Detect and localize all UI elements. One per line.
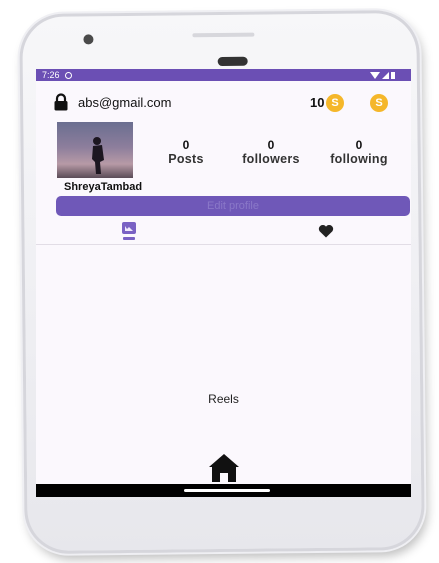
account-email: abs@gmail.com [78, 95, 172, 110]
home-icon[interactable] [208, 453, 240, 483]
app-screen: 7:26 abs@gmail.com 10 S S ShreyaTambad 0… [36, 69, 411, 497]
system-navigation-bar [36, 484, 411, 497]
earpiece-speaker [217, 56, 248, 67]
avatar[interactable] [57, 122, 133, 178]
following-count: 0 [355, 138, 363, 152]
wifi-icon [370, 71, 380, 79]
coin-icon[interactable]: S [370, 94, 388, 112]
followers-count: 0 [267, 138, 275, 152]
battery-icon [391, 71, 395, 79]
followers-label: followers [242, 152, 300, 166]
posts-label: Posts [168, 152, 204, 166]
top-slot [192, 32, 255, 38]
followers-stat[interactable]: 0 followers [230, 138, 312, 166]
avatar-silhouette [92, 137, 104, 174]
lock-icon[interactable] [52, 93, 70, 111]
reels-placeholder: Reels [208, 392, 239, 406]
status-bar: 7:26 [36, 69, 411, 81]
tab-divider [36, 244, 411, 245]
notification-icon [64, 71, 72, 79]
posts-count: 0 [182, 138, 190, 152]
coin-icon: S [326, 94, 344, 112]
following-label: following [330, 152, 388, 166]
signal-icon [382, 71, 389, 79]
heart-icon[interactable] [318, 224, 334, 238]
following-stat[interactable]: 0 following [318, 138, 400, 166]
front-camera [83, 34, 94, 45]
edit-profile-button[interactable]: Edit profile [56, 196, 410, 216]
status-time: 7:26 [42, 70, 60, 80]
profile-username: ShreyaTambad [64, 181, 143, 193]
coin-count: 10 [310, 95, 325, 110]
home-gesture-handle[interactable] [184, 489, 270, 492]
profile-header: abs@gmail.com 10 S S [36, 93, 411, 113]
posts-stat[interactable]: 0 Posts [161, 138, 211, 166]
grid-icon[interactable] [122, 222, 136, 240]
